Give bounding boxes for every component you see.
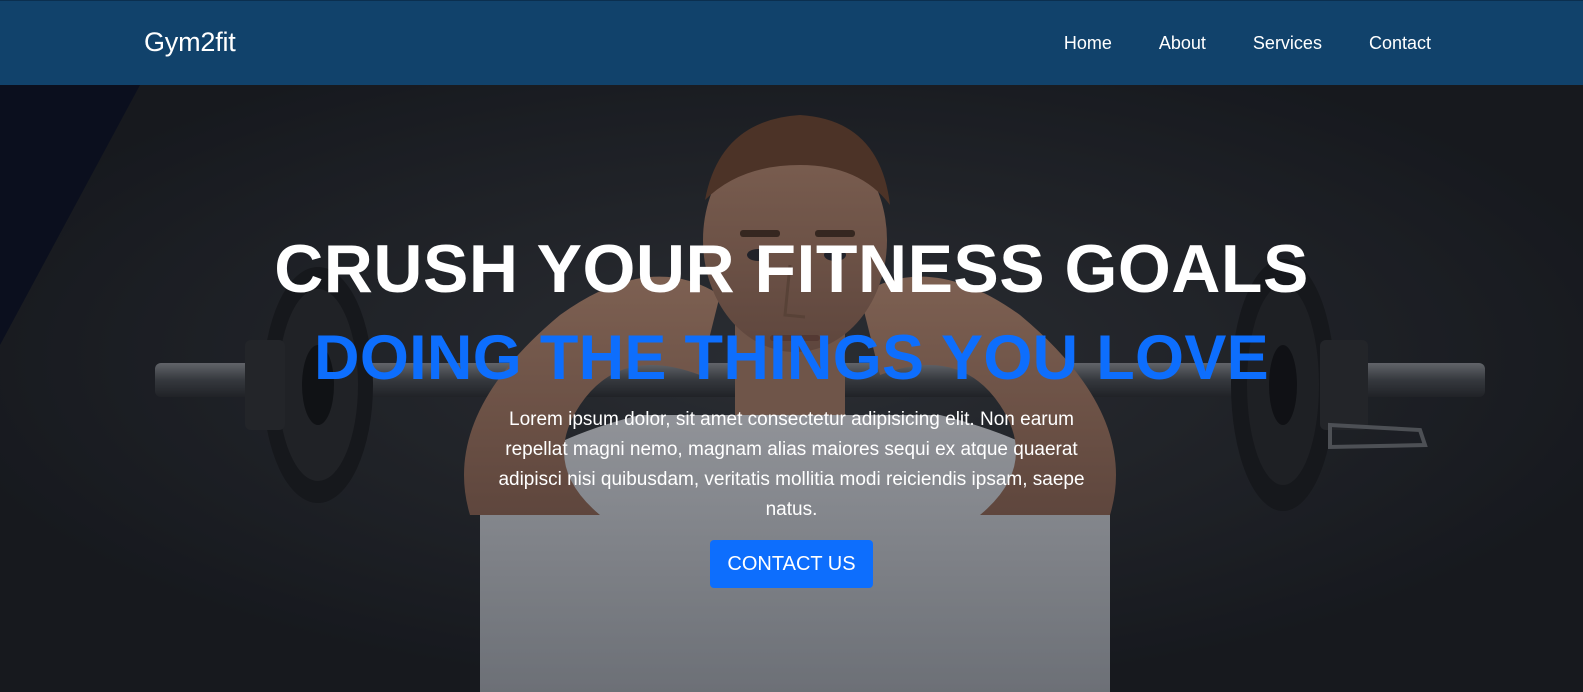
nav-link-services[interactable]: Services: [1253, 33, 1322, 54]
hero-description: Lorem ipsum dolor, sit amet consectetur …: [498, 409, 1085, 520]
hero-headline: CRUSH YOUR FITNESS GOALS: [274, 231, 1309, 307]
brand-logo[interactable]: Gym2fit: [144, 27, 236, 58]
main-nav: Home About Services Contact: [1064, 33, 1431, 54]
hero-subheadline: DOING THE THINGS YOU LOVE: [314, 323, 1269, 393]
hero-section: CRUSH YOUR FITNESS GOALS DOING THE THING…: [0, 85, 1583, 692]
contact-us-button[interactable]: CONTACT US: [710, 540, 873, 588]
nav-link-contact[interactable]: Contact: [1369, 33, 1431, 54]
top-navbar: Gym2fit Home About Services Contact: [0, 0, 1583, 85]
nav-link-home[interactable]: Home: [1064, 33, 1112, 54]
nav-link-about[interactable]: About: [1159, 33, 1206, 54]
